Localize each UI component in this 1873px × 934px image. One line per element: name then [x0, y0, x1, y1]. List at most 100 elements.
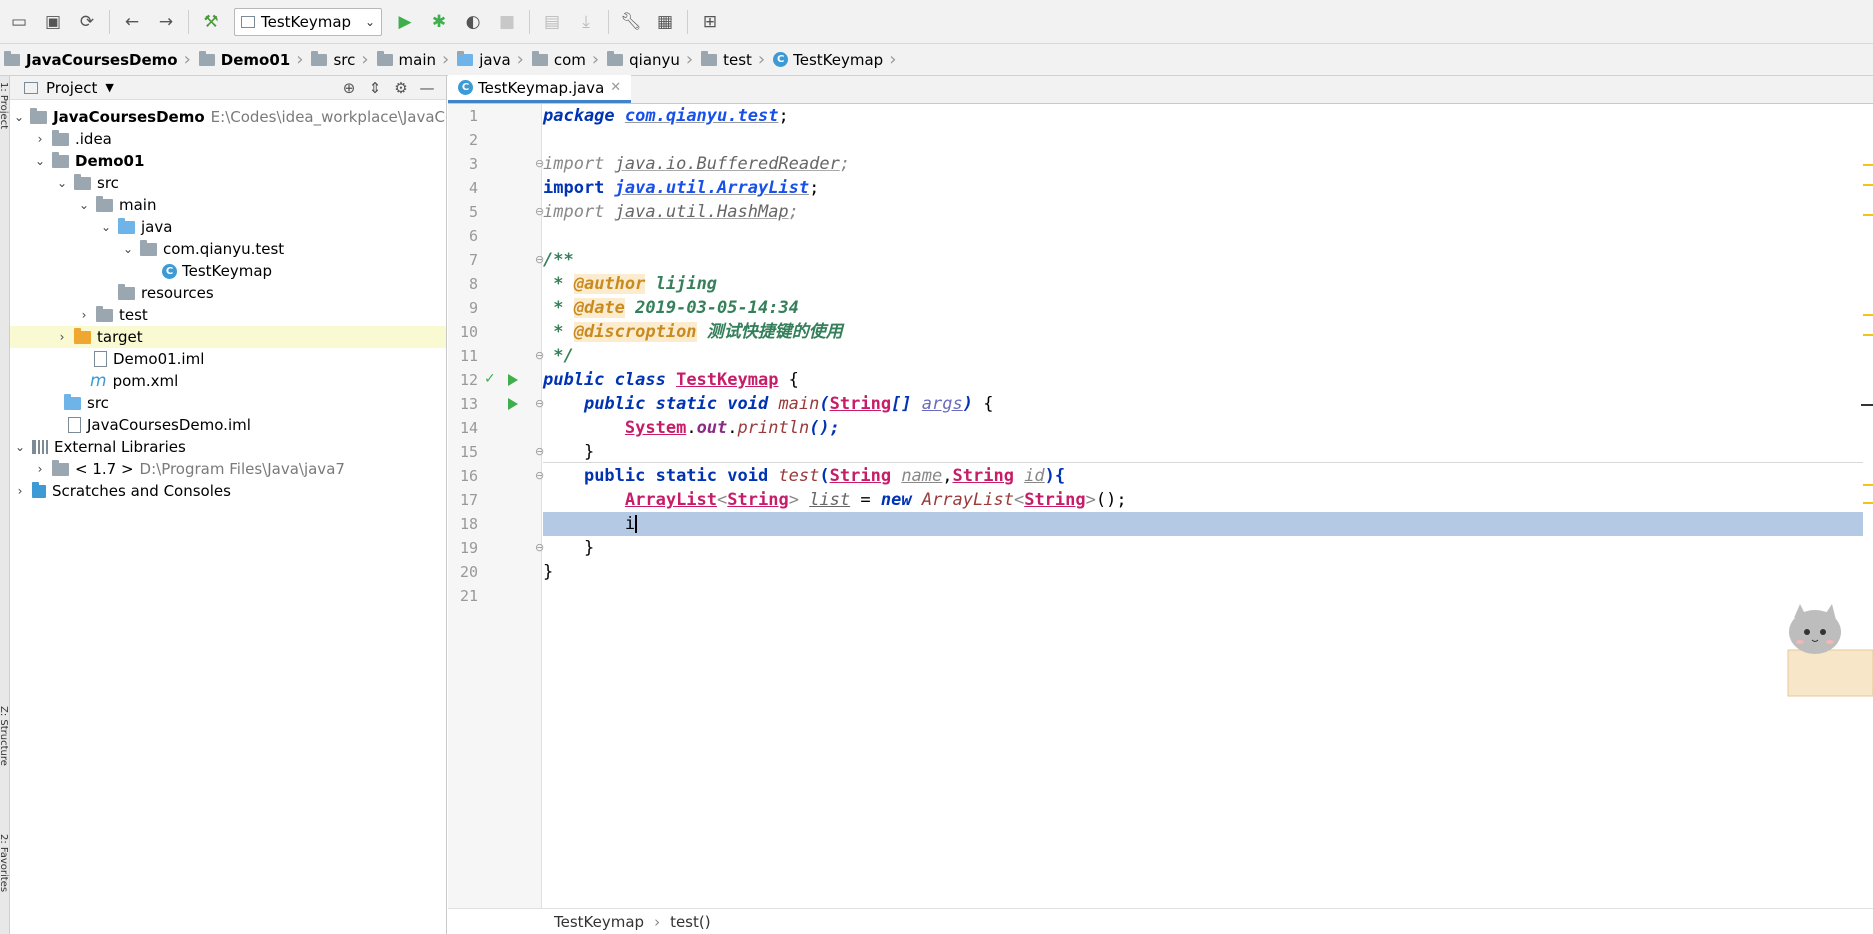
- keyword: import: [543, 202, 605, 222]
- chevron-down-icon[interactable]: ▼: [105, 81, 113, 94]
- chevron-right-icon[interactable]: ›: [34, 132, 46, 146]
- excluded-folder-icon: [74, 327, 91, 344]
- favorites-tool-button[interactable]: 2: Favorites: [0, 834, 9, 892]
- maven-icon: m: [90, 371, 107, 391]
- tab-testkeymap[interactable]: C TestKeymap.java ✕: [448, 75, 632, 103]
- open-icon[interactable]: ▭: [6, 9, 32, 35]
- line-number: 3: [468, 155, 478, 173]
- breadcrumb-item[interactable]: JavaCoursesDemo ›: [0, 44, 195, 75]
- editor-area: C TestKeymap.java ✕ 1 2 3 4 5 6 7 8 9 10 11 12 13 14 1…: [448, 75, 1873, 934]
- vcs-update-icon[interactable]: ▤: [539, 9, 565, 35]
- vcs-commit-icon[interactable]: ⤓: [573, 9, 599, 35]
- project-tool-window: Project ▼ ⊕ ⇕ ⚙ — ⌄ JavaCoursesDemo E:\Cod…: [10, 76, 447, 934]
- chevron-right-icon: ›: [442, 49, 450, 70]
- tree-item-main[interactable]: ⌄ main: [10, 194, 446, 216]
- tree-item-package[interactable]: ⌄ com.qianyu.test: [10, 238, 446, 260]
- chevron-right-icon[interactable]: ›: [34, 462, 46, 476]
- line-number: 16: [459, 467, 478, 485]
- sync-icon[interactable]: ⟳: [74, 9, 100, 35]
- project-panel-title[interactable]: Project: [46, 79, 97, 97]
- run-configuration-select[interactable]: TestKeymap ⌄: [234, 7, 382, 36]
- tree-item-root-src[interactable]: src: [10, 392, 446, 414]
- import-name: java.util.ArrayList: [614, 178, 810, 198]
- error-stripe[interactable]: [1861, 104, 1873, 908]
- folder-icon: [607, 50, 624, 66]
- warning-marker[interactable]: [1863, 502, 1873, 504]
- tree-item-demo01[interactable]: ⌄ Demo01: [10, 150, 446, 172]
- warning-marker[interactable]: [1863, 314, 1873, 316]
- run-icon[interactable]: ▶: [392, 9, 418, 35]
- breadcrumb-method[interactable]: test(): [670, 913, 711, 931]
- breadcrumb-item[interactable]: com ›: [528, 44, 603, 75]
- collapse-all-icon[interactable]: ⇕: [362, 79, 388, 97]
- tree-item-label: main: [119, 196, 157, 214]
- breadcrumb-item[interactable]: src ›: [307, 44, 372, 75]
- breadcrumb-item[interactable]: qianyu ›: [603, 44, 697, 75]
- hide-panel-icon[interactable]: —: [414, 79, 440, 97]
- folder-icon: [52, 129, 69, 146]
- tree-item-root-iml[interactable]: JavaCoursesDemo.iml: [10, 414, 446, 436]
- stop-icon[interactable]: ■: [494, 9, 520, 35]
- gear-icon[interactable]: ⚙: [388, 79, 414, 97]
- tree-item-idea[interactable]: › .idea: [10, 128, 446, 150]
- method-name: println: [737, 418, 810, 438]
- tree-item-project-root[interactable]: ⌄ JavaCoursesDemo E:\Codes\idea_workplace\…: [10, 106, 446, 128]
- chevron-down-icon[interactable]: ⌄: [100, 220, 112, 234]
- tree-item-label: TestKeymap: [182, 262, 273, 280]
- breadcrumb-item[interactable]: test ›: [697, 44, 769, 75]
- tree-item-jdk[interactable]: › < 1.7 > D:\Program Files\Java\java7: [10, 458, 446, 480]
- breadcrumb-item[interactable]: java ›: [453, 44, 528, 75]
- tree-item-java[interactable]: ⌄ java: [10, 216, 446, 238]
- chevron-right-icon[interactable]: ›: [78, 308, 90, 322]
- project-tool-button[interactable]: 1: Project: [0, 82, 9, 129]
- chevron-down-icon[interactable]: ⌄: [14, 110, 24, 124]
- breadcrumb-class[interactable]: TestKeymap: [554, 913, 644, 931]
- save-all-icon[interactable]: ▣: [40, 9, 66, 35]
- tree-item-pom[interactable]: m pom.xml: [10, 370, 446, 392]
- warning-marker[interactable]: [1863, 184, 1873, 186]
- package-name: com.qianyu.test: [624, 106, 779, 126]
- breadcrumb-label: qianyu: [629, 50, 680, 69]
- warning-marker[interactable]: [1863, 484, 1873, 486]
- run-gutter-icon[interactable]: [508, 374, 518, 386]
- back-icon[interactable]: ←: [119, 9, 145, 35]
- keyword: public static void: [583, 466, 769, 486]
- tree-item-external-libraries[interactable]: ⌄ External Libraries: [10, 436, 446, 458]
- project-structure-icon[interactable]: ▦: [652, 9, 678, 35]
- warning-marker[interactable]: [1863, 164, 1873, 166]
- tree-item-testkeymap[interactable]: C TestKeymap: [10, 260, 446, 282]
- chevron-down-icon[interactable]: ⌄: [14, 440, 26, 454]
- settings-wrench-icon[interactable]: 🔧︎: [618, 9, 644, 35]
- breadcrumb-item[interactable]: main ›: [373, 44, 454, 75]
- chevron-down-icon[interactable]: ⌄: [78, 198, 90, 212]
- warning-marker[interactable]: [1863, 334, 1873, 336]
- forward-icon[interactable]: →: [153, 9, 179, 35]
- import-name: java.util.HashMap: [614, 202, 789, 222]
- chevron-down-icon[interactable]: ⌄: [56, 176, 68, 190]
- tree-item-resources[interactable]: resources: [10, 282, 446, 304]
- breadcrumb-item[interactable]: Demo01 ›: [195, 44, 308, 75]
- close-icon[interactable]: ✕: [610, 80, 621, 95]
- tree-item-target[interactable]: › target: [10, 326, 446, 348]
- warning-marker[interactable]: [1863, 214, 1873, 216]
- chevron-down-icon[interactable]: ⌄: [122, 242, 134, 256]
- chevron-right-icon[interactable]: ›: [14, 484, 26, 498]
- tree-item-test[interactable]: › test: [10, 304, 446, 326]
- tree-item-scratches[interactable]: › Scratches and Consoles: [10, 480, 446, 502]
- structure-tool-button[interactable]: Z: Structure: [0, 706, 9, 766]
- sdk-manager-icon[interactable]: ⊞: [697, 9, 723, 35]
- toolbar-divider: [188, 9, 189, 34]
- locate-target-icon[interactable]: ⊕: [336, 79, 362, 97]
- run-coverage-icon[interactable]: ◐: [460, 9, 486, 35]
- chevron-right-icon[interactable]: ›: [56, 330, 68, 344]
- breadcrumb-item[interactable]: C TestKeymap ›: [769, 44, 900, 75]
- folder-icon: [74, 173, 91, 190]
- run-gutter-icon[interactable]: [508, 398, 518, 410]
- tree-item-demo01-iml[interactable]: Demo01.iml: [10, 348, 446, 370]
- tree-item-src[interactable]: ⌄ src: [10, 172, 446, 194]
- chevron-down-icon[interactable]: ⌄: [34, 154, 46, 168]
- code-area[interactable]: package com.qianyu.test; import java.io.…: [543, 104, 1863, 908]
- parameter: name: [901, 466, 943, 486]
- debug-bug-icon[interactable]: ✱: [426, 9, 452, 35]
- build-hammer-icon[interactable]: ⚒: [198, 9, 224, 35]
